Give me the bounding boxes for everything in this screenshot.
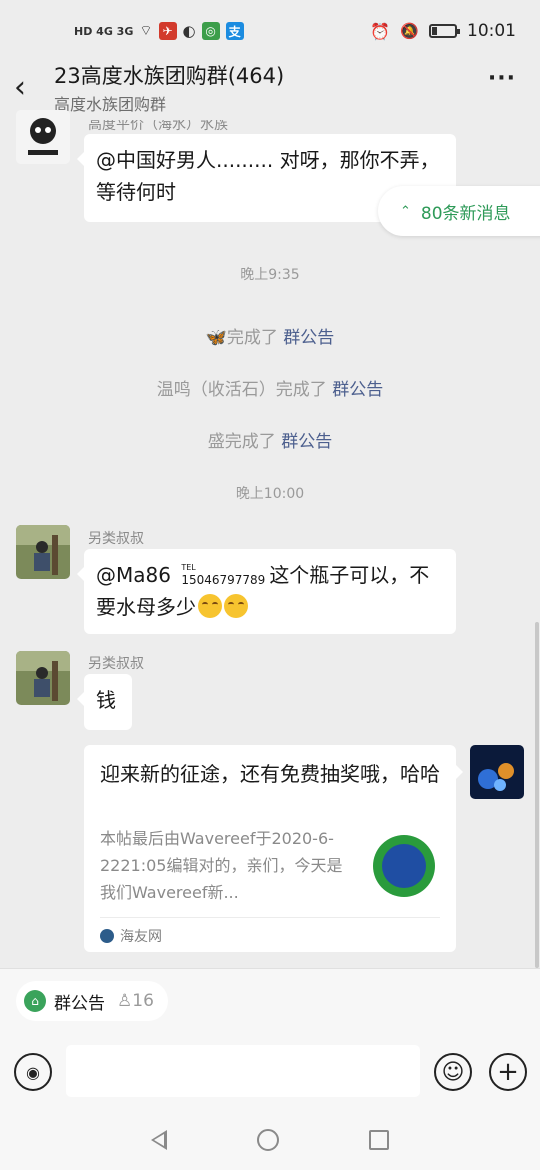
nav-home-icon[interactable] — [257, 1129, 279, 1151]
chat-header: ‹ 23高度水族团购群(464) 高度水族团购群 ··· — [0, 58, 540, 118]
crying-laughing-emoji-icon — [198, 594, 222, 618]
chat-title: 23高度水族团购群(464) — [54, 64, 285, 88]
link-card[interactable]: 迎来新的征途，还有免费抽奖哦，哈哈 本帖最后由Wavereef于2020-6-2… — [84, 745, 463, 952]
bottom-panel: ⌂ 群公告 ♙16 ◉ ☺ + — [0, 968, 540, 1170]
system-message: 温鸣（收活石）完成了 群公告 — [0, 375, 540, 400]
system-nav-bar — [0, 1109, 540, 1170]
card-thumbnail — [373, 835, 435, 897]
system-action: 完成了 — [224, 432, 282, 452]
notice-link[interactable]: 群公告 — [283, 328, 334, 348]
browser-icon: ◎ — [201, 22, 220, 40]
butterfly-icon: 🦋 — [205, 328, 227, 348]
alarm-icon: ⏰ — [370, 21, 391, 41]
notice-link[interactable]: 群公告 — [281, 432, 332, 452]
notice-icon: ⌂ — [24, 990, 46, 1012]
message-input[interactable] — [66, 1045, 420, 1097]
fish-logo-icon — [382, 844, 426, 888]
crying-laughing-emoji-icon — [224, 594, 248, 618]
sender-name: 另类叔叔 — [88, 656, 144, 672]
card-source: 海友网 — [100, 917, 440, 946]
back-arrow-icon[interactable]: ‹ — [14, 70, 26, 105]
timestamp: 晚上9:35 — [240, 267, 300, 283]
my-avatar[interactable] — [470, 745, 524, 799]
people-count-value: 16 — [132, 991, 154, 1011]
system-action: 完成了 — [275, 380, 333, 400]
phone-block[interactable]: TEL 15046797789 — [181, 562, 265, 587]
new-messages-label: 80条新消息 — [420, 203, 511, 224]
voice-button[interactable]: ◉ — [14, 1053, 52, 1091]
system-message: 🦋完成了 群公告 — [0, 323, 540, 348]
card-source-label: 海友网 — [120, 929, 162, 945]
system-prefix: 盛 — [207, 432, 225, 452]
qq-icon: ◐ — [182, 22, 196, 40]
system-prefix: 温鸣（收活石） — [156, 380, 276, 400]
message-text: 钱 — [96, 688, 116, 712]
avatar[interactable] — [16, 110, 70, 164]
card-description: 本帖最后由Wavereef于2020-6-2221:05编辑对的，亲们，今天是我… — [100, 829, 343, 902]
network-indicator: HD 4G 3G — [74, 24, 134, 38]
double-chevron-up-icon: ⌃ — [400, 203, 411, 219]
bubble-tail — [456, 765, 463, 779]
battery-fill — [432, 27, 437, 35]
status-left: HD 4G 3G ⌔ ✈ ◐ ◎ 支 — [74, 22, 244, 40]
status-time: 10:01 — [467, 21, 516, 41]
smiley-icon: ☺ — [441, 1059, 465, 1085]
sender-name: 另类叔叔 — [88, 531, 144, 547]
group-notice-button[interactable]: ⌂ 群公告 ♙16 — [16, 981, 168, 1021]
more-options-button[interactable]: ··· — [488, 66, 516, 91]
new-messages-button[interactable]: ⌃ 80条新消息 — [378, 186, 540, 236]
mention[interactable]: @Ma86 — [96, 563, 171, 587]
message-bubble[interactable]: 钱 — [77, 674, 132, 730]
scrollbar[interactable] — [535, 622, 539, 968]
more-functions-button[interactable]: + — [489, 1053, 527, 1091]
status-bar: HD 4G 3G ⌔ ✈ ◐ ◎ 支 ⏰ 🔕 10:01 — [0, 0, 540, 62]
person-icon: ♙ — [117, 991, 133, 1011]
nav-back-icon[interactable] — [151, 1130, 167, 1150]
system-action: 完成了 — [226, 328, 284, 348]
avatar[interactable] — [16, 651, 70, 705]
chat-subtitle: 高度水族团购群 — [54, 95, 167, 114]
notice-link[interactable]: 群公告 — [332, 380, 383, 400]
avatar[interactable] — [16, 525, 70, 579]
phone-number: 15046797789 — [181, 573, 266, 587]
battery-icon — [429, 24, 460, 38]
people-count: ♙16 — [117, 991, 154, 1011]
nav-recents-icon[interactable] — [369, 1130, 389, 1150]
card-title: 迎来新的征途，还有免费抽奖哦，哈哈 — [100, 762, 440, 786]
notice-label: 群公告 — [54, 993, 105, 1014]
system-message: 盛完成了 群公告 — [0, 427, 540, 452]
emoji-button[interactable]: ☺ — [434, 1053, 472, 1091]
wifi-icon: ⌔ — [139, 23, 153, 39]
mute-icon: 🔕 — [400, 22, 419, 40]
timestamp: 晚上10:00 — [235, 486, 305, 502]
status-right: ⏰ 🔕 10:01 — [370, 21, 516, 41]
voice-icon: ◉ — [26, 1062, 40, 1082]
app-notification-icon: ✈ — [158, 22, 177, 40]
source-logo-icon — [100, 929, 114, 943]
plus-icon: + — [497, 1057, 519, 1087]
message-bubble[interactable]: @Ma86 TEL 15046797789 这个瓶子可以，不要水母多少 — [77, 549, 456, 634]
alipay-icon: 支 — [225, 22, 244, 40]
